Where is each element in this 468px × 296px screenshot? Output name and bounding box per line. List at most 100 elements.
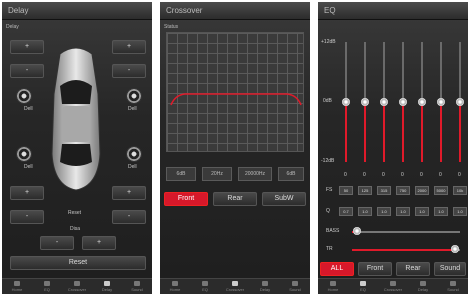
eq-band-fill [383,102,385,162]
eq-band-knob[interactable] [456,98,464,106]
hpf-slope-field[interactable]: 6dB [166,167,196,181]
nav-sound[interactable]: Sound [438,279,468,294]
eq-tab-sound[interactable]: Sound [434,262,466,276]
nav-sound[interactable]: Sound [122,279,152,294]
front-right-speaker-icon[interactable] [126,88,142,104]
fs-row-label: FS [326,187,333,193]
delay-plus-button[interactable]: + [82,236,116,250]
eq-band-gain-label: 0 [363,172,366,178]
eq-q-cell[interactable]: 0.7 [339,207,353,216]
nav-eq[interactable]: EQ [348,279,378,294]
eq-freq-cell[interactable]: 750 [396,186,410,195]
eq-q-cell[interactable]: 1.0 [434,207,448,216]
nav-home-label: Home [169,287,181,292]
bottom-nav: Home EQ Crossover Delay Sound [318,278,468,294]
rear-left-minus-button[interactable]: - [10,210,44,224]
eq-tab-all[interactable]: ALL [320,262,354,276]
eq-freq-cell[interactable]: 50 [339,186,353,195]
hpf-freq-field[interactable]: 20Hz [202,167,232,181]
front-right-plus-button[interactable]: + [112,40,146,54]
nav-eq[interactable]: EQ [190,279,220,294]
nav-eq-label: EQ [360,287,366,292]
nav-delay-label: Delay [417,287,429,292]
eq-band-knob[interactable] [380,98,388,106]
nav-crossover[interactable]: Crossover [378,279,408,294]
crossover-curve [170,93,302,106]
delay-reset-button[interactable]: Reset [10,256,146,270]
treble-slider-fill [352,249,455,251]
eq-band-knob[interactable] [399,98,407,106]
nav-eq[interactable]: EQ [32,279,62,294]
eq-freq-cell[interactable]: 2000 [415,186,429,195]
front-left-minus-button[interactable]: - [10,64,44,78]
crossover-icon [390,281,396,286]
nav-home-label: Home [327,287,339,292]
nav-sound[interactable]: Sound [280,279,310,294]
eq-q-cell[interactable]: 1.0 [377,207,391,216]
eq-band-gain-label: 0 [458,172,461,178]
front-left-plus-button[interactable]: + [10,40,44,54]
bass-slider-track[interactable] [352,231,460,233]
eq-icon [44,281,50,286]
crossover-graph[interactable] [166,32,304,152]
eq-q-cell[interactable]: 1.0 [453,207,467,216]
rear-right-minus-button[interactable]: - [112,210,146,224]
eq-freq-cell[interactable]: 125 [358,186,372,195]
rear-right-plus-button[interactable]: + [112,186,146,200]
nav-crossover[interactable]: Crossover [220,279,250,294]
home-icon [14,281,20,286]
delay-minus-button[interactable]: - [40,236,74,250]
nav-home[interactable]: Home [160,279,190,294]
eq-icon [360,281,366,286]
delay-subtitle: Delay [6,24,19,30]
eq-band-knob[interactable] [342,98,350,106]
tab-subwoofer[interactable]: SubW [262,192,306,206]
bottom-nav: Home EQ Crossover Delay Sound [160,278,310,294]
eq-freq-cell[interactable]: 315 [377,186,391,195]
eq-tab-rear[interactable]: Rear [396,262,430,276]
lpf-slope-field[interactable]: 6dB [278,167,304,181]
rear-left-speaker-label: Dell [24,164,33,170]
tab-front[interactable]: Front [164,192,208,206]
eq-band-knob[interactable] [361,98,369,106]
sound-icon [292,281,298,286]
eq-q-cell[interactable]: 1.0 [396,207,410,216]
nav-home[interactable]: Home [318,279,348,294]
crossover-panel: Crossover Status 6dB 20Hz 20000Hz 6dB Fr… [160,2,310,294]
crossover-subtitle: Status [164,24,179,30]
delay-panel: Delay Delay + - + - Dell Dell Dell Dell … [2,2,152,294]
nav-delay[interactable]: Delay [250,279,280,294]
eq-band-fill [459,102,461,162]
tab-rear[interactable]: Rear [213,192,257,206]
eq-band-fill [402,102,404,162]
treble-slider-knob[interactable] [451,245,459,253]
nav-delay-label: Delay [259,287,271,292]
eq-q-cell[interactable]: 1.0 [358,207,372,216]
delay-title: Delay [2,2,152,20]
nav-home[interactable]: Home [2,279,32,294]
front-left-speaker-icon[interactable] [16,88,32,104]
eq-freq-cell[interactable]: 10k [453,186,467,195]
bass-slider-knob[interactable] [353,227,361,235]
nav-crossover[interactable]: Crossover [62,279,92,294]
front-right-minus-button[interactable]: - [112,64,146,78]
eq-band-fill [440,102,442,162]
rear-left-speaker-icon[interactable] [16,146,32,162]
nav-delay[interactable]: Delay [92,279,122,294]
nav-delay[interactable]: Delay [408,279,438,294]
eq-tab-front[interactable]: Front [358,262,392,276]
crossover-icon [232,281,238,286]
eq-band-knob[interactable] [437,98,445,106]
sound-icon [450,281,456,286]
delay-reset-label: Reset [68,210,82,216]
eq-band-gain-label: 0 [420,172,423,178]
rear-left-plus-button[interactable]: + [10,186,44,200]
nav-home-label: Home [11,287,23,292]
lpf-freq-field[interactable]: 20000Hz [238,167,272,181]
bottom-nav: Home EQ Crossover Delay Sound [2,278,152,294]
eq-freq-cell[interactable]: 5000 [434,186,448,195]
eq-q-cell[interactable]: 1.0 [415,207,429,216]
eq-band-knob[interactable] [418,98,426,106]
eq-band-gain-label: 0 [439,172,442,178]
rear-right-speaker-icon[interactable] [126,146,142,162]
